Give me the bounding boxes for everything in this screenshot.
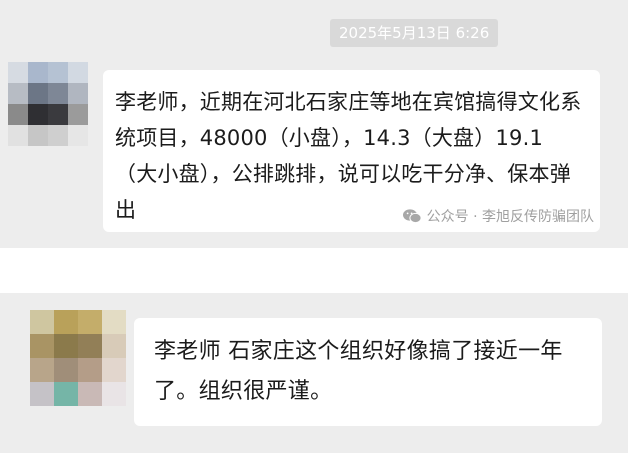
message-bubble[interactable]: 李老师，近期在河北石家庄等地在宾馆搞得文化系统项目，48000（小盘），14.3… <box>103 70 600 232</box>
wechat-icon <box>402 209 422 224</box>
watermark-text: 公众号 · 李旭反传防骗团队 <box>426 209 594 225</box>
sender-avatar[interactable] <box>30 310 126 406</box>
chat-panel-bottom: 李老师 石家庄这个组织好像搞了接近一年了。组织很严谨。 <box>0 293 628 453</box>
watermark: 公众号 · 李旭反传防骗团队 <box>402 206 594 226</box>
sender-avatar[interactable] <box>8 62 88 146</box>
message-timestamp: 2025年5月13日 6:26 <box>330 19 499 47</box>
message-text: 李老师 石家庄这个组织好像搞了接近一年了。组织很严谨。 <box>154 339 563 404</box>
message-bubble[interactable]: 李老师 石家庄这个组织好像搞了接近一年了。组织很严谨。 <box>134 318 602 426</box>
chat-panel-top: 2025年5月13日 6:26 李老师，近期在河北石家庄等地在宾馆搞得文化系统项… <box>0 0 628 248</box>
